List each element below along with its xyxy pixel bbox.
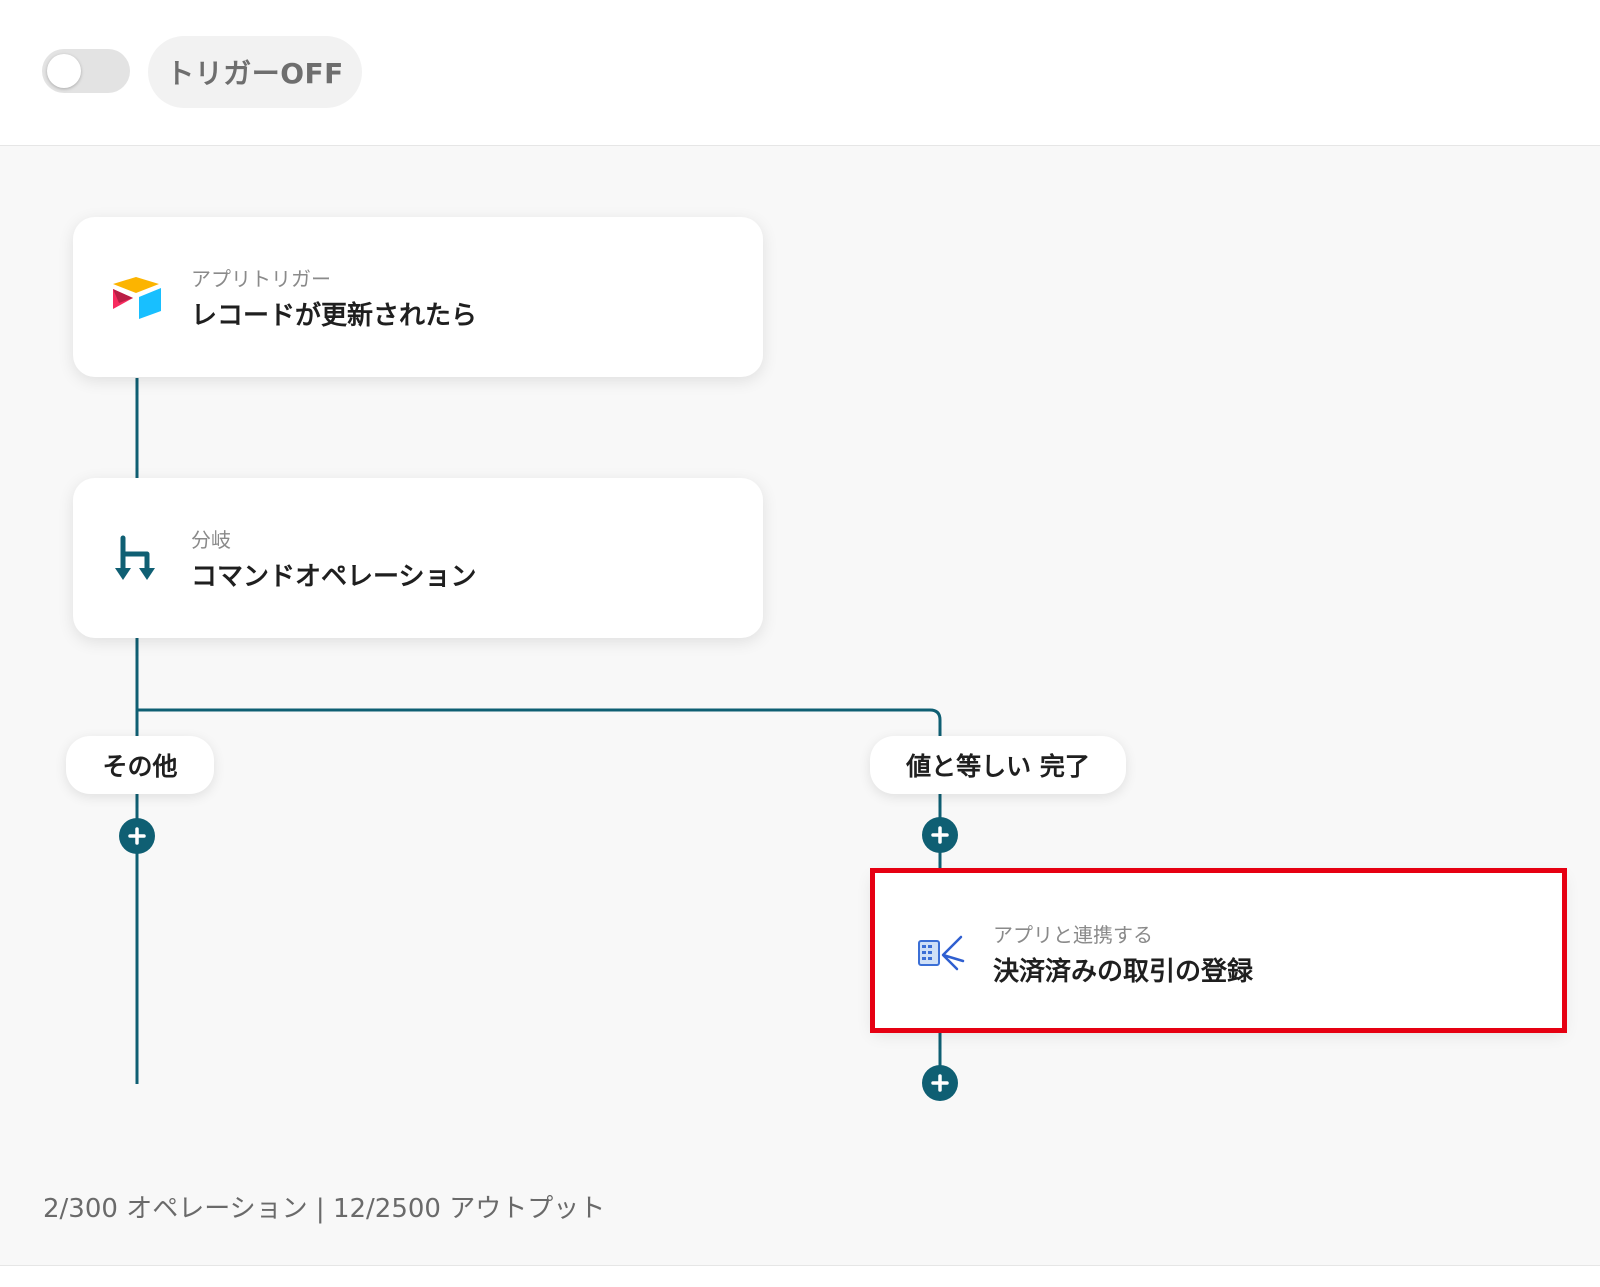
branch-card-title: コマンドオペレーション <box>191 562 477 592</box>
plus-icon <box>128 827 146 845</box>
add-step-equals-button[interactable] <box>922 817 958 853</box>
branch-label-equals[interactable]: 値と等しい 完了 <box>870 736 1126 794</box>
plus-icon <box>931 1074 949 1092</box>
action-card-subtitle: アプリと連携する <box>993 923 1153 947</box>
flow-editor: トリガーOFF アプリトリガー レコードが更新されたら 分岐 コマンドオペレーシ… <box>0 0 1600 1287</box>
toggle-knob <box>47 54 81 88</box>
trigger-toggle[interactable] <box>42 49 130 93</box>
action-card-title: 決済済みの取引の登録 <box>993 957 1254 987</box>
branch-label-other[interactable]: その他 <box>66 736 214 794</box>
branch-card-subtitle: 分岐 <box>191 528 231 552</box>
add-step-other-button[interactable] <box>119 818 155 854</box>
trigger-card-subtitle: アプリトリガー <box>191 267 331 291</box>
action-card[interactable]: アプリと連携する 決済済みの取引の登録 <box>873 873 1563 1030</box>
branch-card[interactable]: 分岐 コマンドオペレーション <box>73 478 763 638</box>
trigger-card[interactable]: アプリトリガー レコードが更新されたら <box>73 217 763 377</box>
accounting-app-icon <box>913 927 969 983</box>
branch-icon <box>109 532 165 588</box>
plus-icon <box>931 826 949 844</box>
editor-header: トリガーOFF <box>0 0 1600 146</box>
usage-status: 2/300 オペレーション | 12/2500 アウトプット <box>43 1194 606 1224</box>
trigger-status-label: トリガーOFF <box>148 36 362 108</box>
connector-equals-branch <box>137 708 942 866</box>
add-step-after-action-button[interactable] <box>922 1065 958 1101</box>
trigger-card-title: レコードが更新されたら <box>191 301 478 331</box>
airtable-icon <box>109 269 165 325</box>
